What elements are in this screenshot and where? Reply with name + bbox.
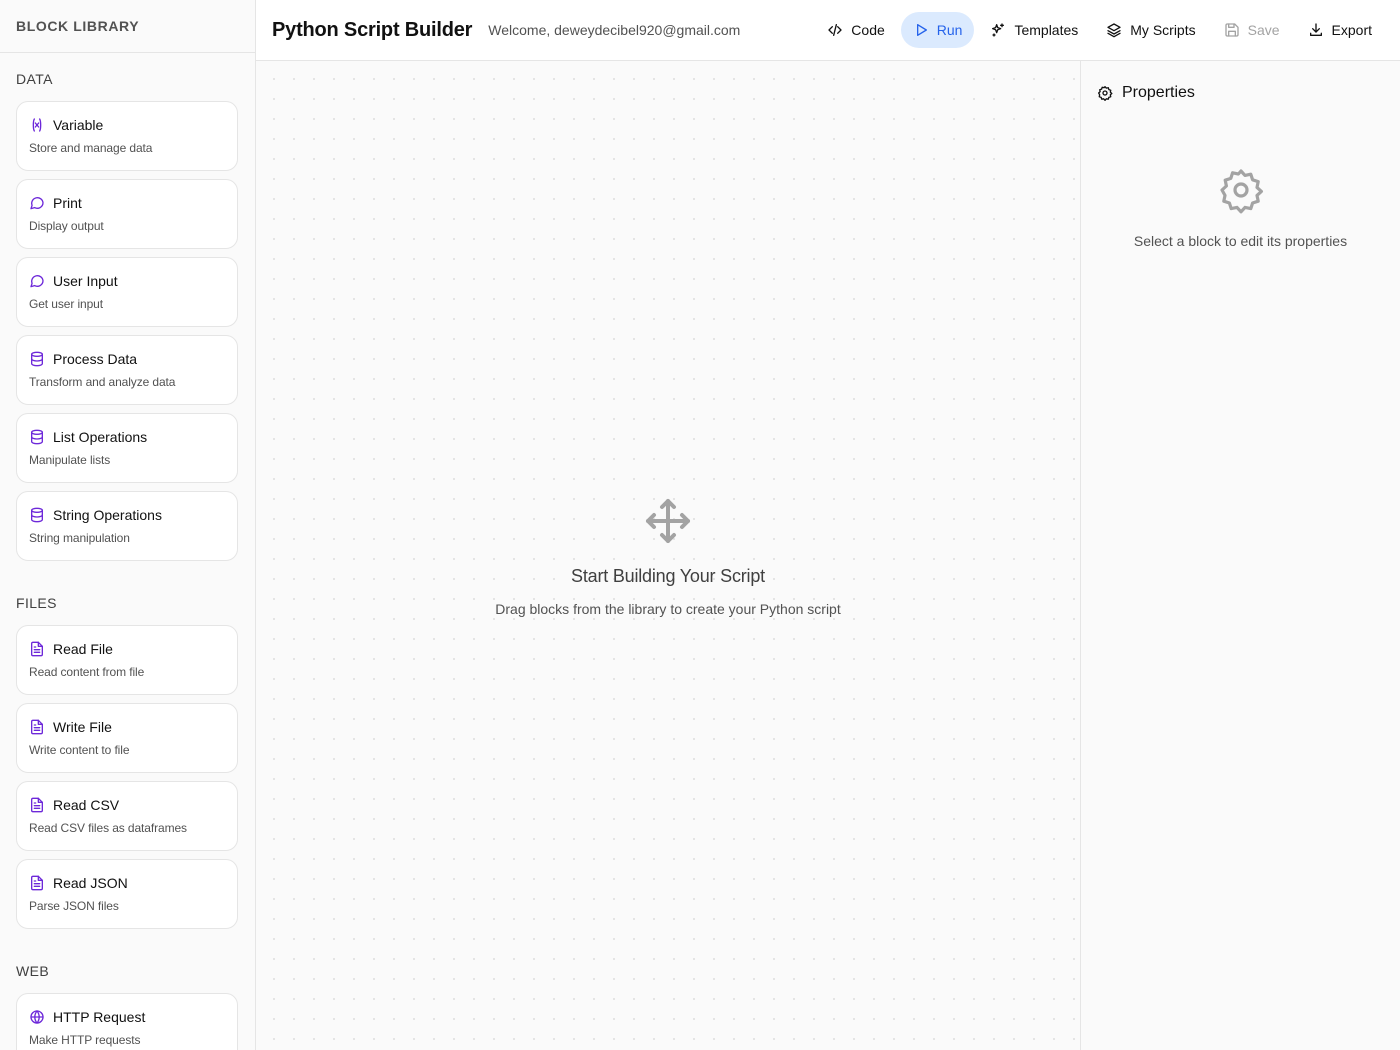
block-name: Write File: [53, 719, 112, 735]
file-text-icon: [29, 875, 45, 891]
templates-button-label: Templates: [1014, 22, 1079, 38]
properties-title: Properties: [1122, 83, 1195, 101]
block-description: String manipulation: [29, 531, 130, 545]
code-button[interactable]: Code: [815, 12, 896, 48]
section-title-data: DATA: [16, 71, 53, 87]
globe-icon: [29, 1009, 45, 1025]
block-name: Read JSON: [53, 875, 128, 891]
welcome-text: Welcome, deweydecibel920@gmail.com: [488, 22, 741, 38]
properties-header: Properties: [1081, 61, 1400, 106]
my-scripts-button[interactable]: My Scripts: [1094, 12, 1207, 48]
block-name: User Input: [53, 273, 118, 289]
export-button[interactable]: Export: [1296, 12, 1384, 48]
block-card-list-operations[interactable]: List Operations Manipulate lists: [16, 413, 238, 483]
settings-icon: [1098, 85, 1113, 101]
block-name: HTTP Request: [53, 1009, 146, 1025]
properties-empty-state: Select a block to edit its properties: [1081, 166, 1400, 249]
database-icon: [29, 507, 45, 523]
play-icon: [916, 24, 927, 36]
save-button[interactable]: Save: [1212, 12, 1292, 48]
block-card-write-file[interactable]: Write File Write content to file: [16, 703, 238, 773]
block-description: Read CSV files as dataframes: [29, 821, 187, 835]
block-card-read-json[interactable]: Read JSON Parse JSON files: [16, 859, 238, 929]
block-card-user-input[interactable]: User Input Get user input: [16, 257, 238, 327]
block-description: Parse JSON files: [29, 899, 119, 913]
canvas-empty-subtitle: Drag blocks from the library to create y…: [495, 601, 841, 617]
layers-icon: [1107, 23, 1121, 38]
block-card-http-request[interactable]: HTTP Request Make HTTP requests: [16, 993, 238, 1050]
export-button-label: Export: [1331, 22, 1372, 38]
block-description: Transform and analyze data: [29, 375, 176, 389]
block-name: Print: [53, 195, 82, 211]
variable-icon: [29, 117, 45, 133]
block-name: Variable: [53, 117, 104, 133]
toolbar: Code Run Templates My Scripts Save Expor…: [811, 12, 1384, 48]
block-description: Make HTTP requests: [29, 1033, 141, 1047]
block-name: Process Data: [53, 351, 138, 367]
sidebar-title: BLOCK LIBRARY: [0, 0, 255, 53]
run-button[interactable]: Run: [900, 12, 975, 48]
block-card-string-operations[interactable]: String Operations String manipulation: [16, 491, 238, 561]
block-name: Read File: [53, 641, 113, 657]
block-library-sidebar: BLOCK LIBRARY DATA Variable Store and mana…: [0, 0, 256, 1050]
canvas-empty-title: Start Building Your Script: [571, 566, 765, 586]
script-canvas[interactable]: Start Building Your Script Drag blocks f…: [256, 61, 1080, 1050]
block-description: Display output: [29, 219, 104, 233]
file-text-icon: [29, 797, 45, 813]
app-title: Python Script Builder: [272, 18, 473, 41]
code-icon: [828, 24, 842, 36]
templates-button[interactable]: Templates: [978, 12, 1090, 48]
top-bar: Python Script Builder Welcome, deweydeci…: [256, 0, 1400, 61]
block-card-process-data[interactable]: Process Data Transform and analyze data: [16, 335, 238, 405]
run-button-label: Run: [936, 22, 963, 38]
block-name: Read CSV: [53, 797, 120, 813]
gear-icon: [1219, 169, 1263, 214]
block-card-variable[interactable]: Variable Store and manage data: [16, 101, 238, 171]
database-icon: [29, 429, 45, 445]
block-name: String Operations: [53, 507, 162, 523]
block-description: Get user input: [29, 297, 103, 311]
message-circle-icon: [29, 273, 45, 289]
block-card-read-file[interactable]: Read File Read content from file: [16, 625, 238, 695]
download-icon: [1309, 23, 1322, 36]
section-title-web: WEB: [16, 963, 50, 979]
block-card-read-csv[interactable]: Read CSV Read CSV files as dataframes: [16, 781, 238, 851]
block-name: List Operations: [53, 429, 148, 445]
file-text-icon: [29, 719, 45, 735]
sparkles-icon: [992, 23, 1005, 37]
block-description: Write content to file: [29, 743, 130, 757]
move-icon: [646, 499, 690, 543]
message-circle-icon: [29, 195, 45, 211]
database-icon: [29, 351, 45, 367]
file-text-icon: [29, 641, 45, 657]
my-scripts-button-label: My Scripts: [1130, 22, 1196, 38]
canvas-empty-state: Start Building Your Script Drag blocks f…: [256, 497, 1080, 617]
block-description: Manipulate lists: [29, 453, 111, 467]
block-description: Store and manage data: [29, 141, 153, 155]
section-title-files: FILES: [16, 595, 57, 611]
block-card-print[interactable]: Print Display output: [16, 179, 238, 249]
block-list: DATA Variable Store and manage data Print Di…: [0, 53, 255, 1050]
code-button-label: Code: [851, 22, 885, 38]
block-description: Read content from file: [29, 665, 145, 679]
save-button-label: Save: [1247, 22, 1280, 38]
save-icon: [1224, 23, 1239, 37]
properties-empty-message: Select a block to edit its properties: [1133, 233, 1348, 249]
properties-panel: Properties Select a block to edit its pr…: [1080, 61, 1400, 1050]
